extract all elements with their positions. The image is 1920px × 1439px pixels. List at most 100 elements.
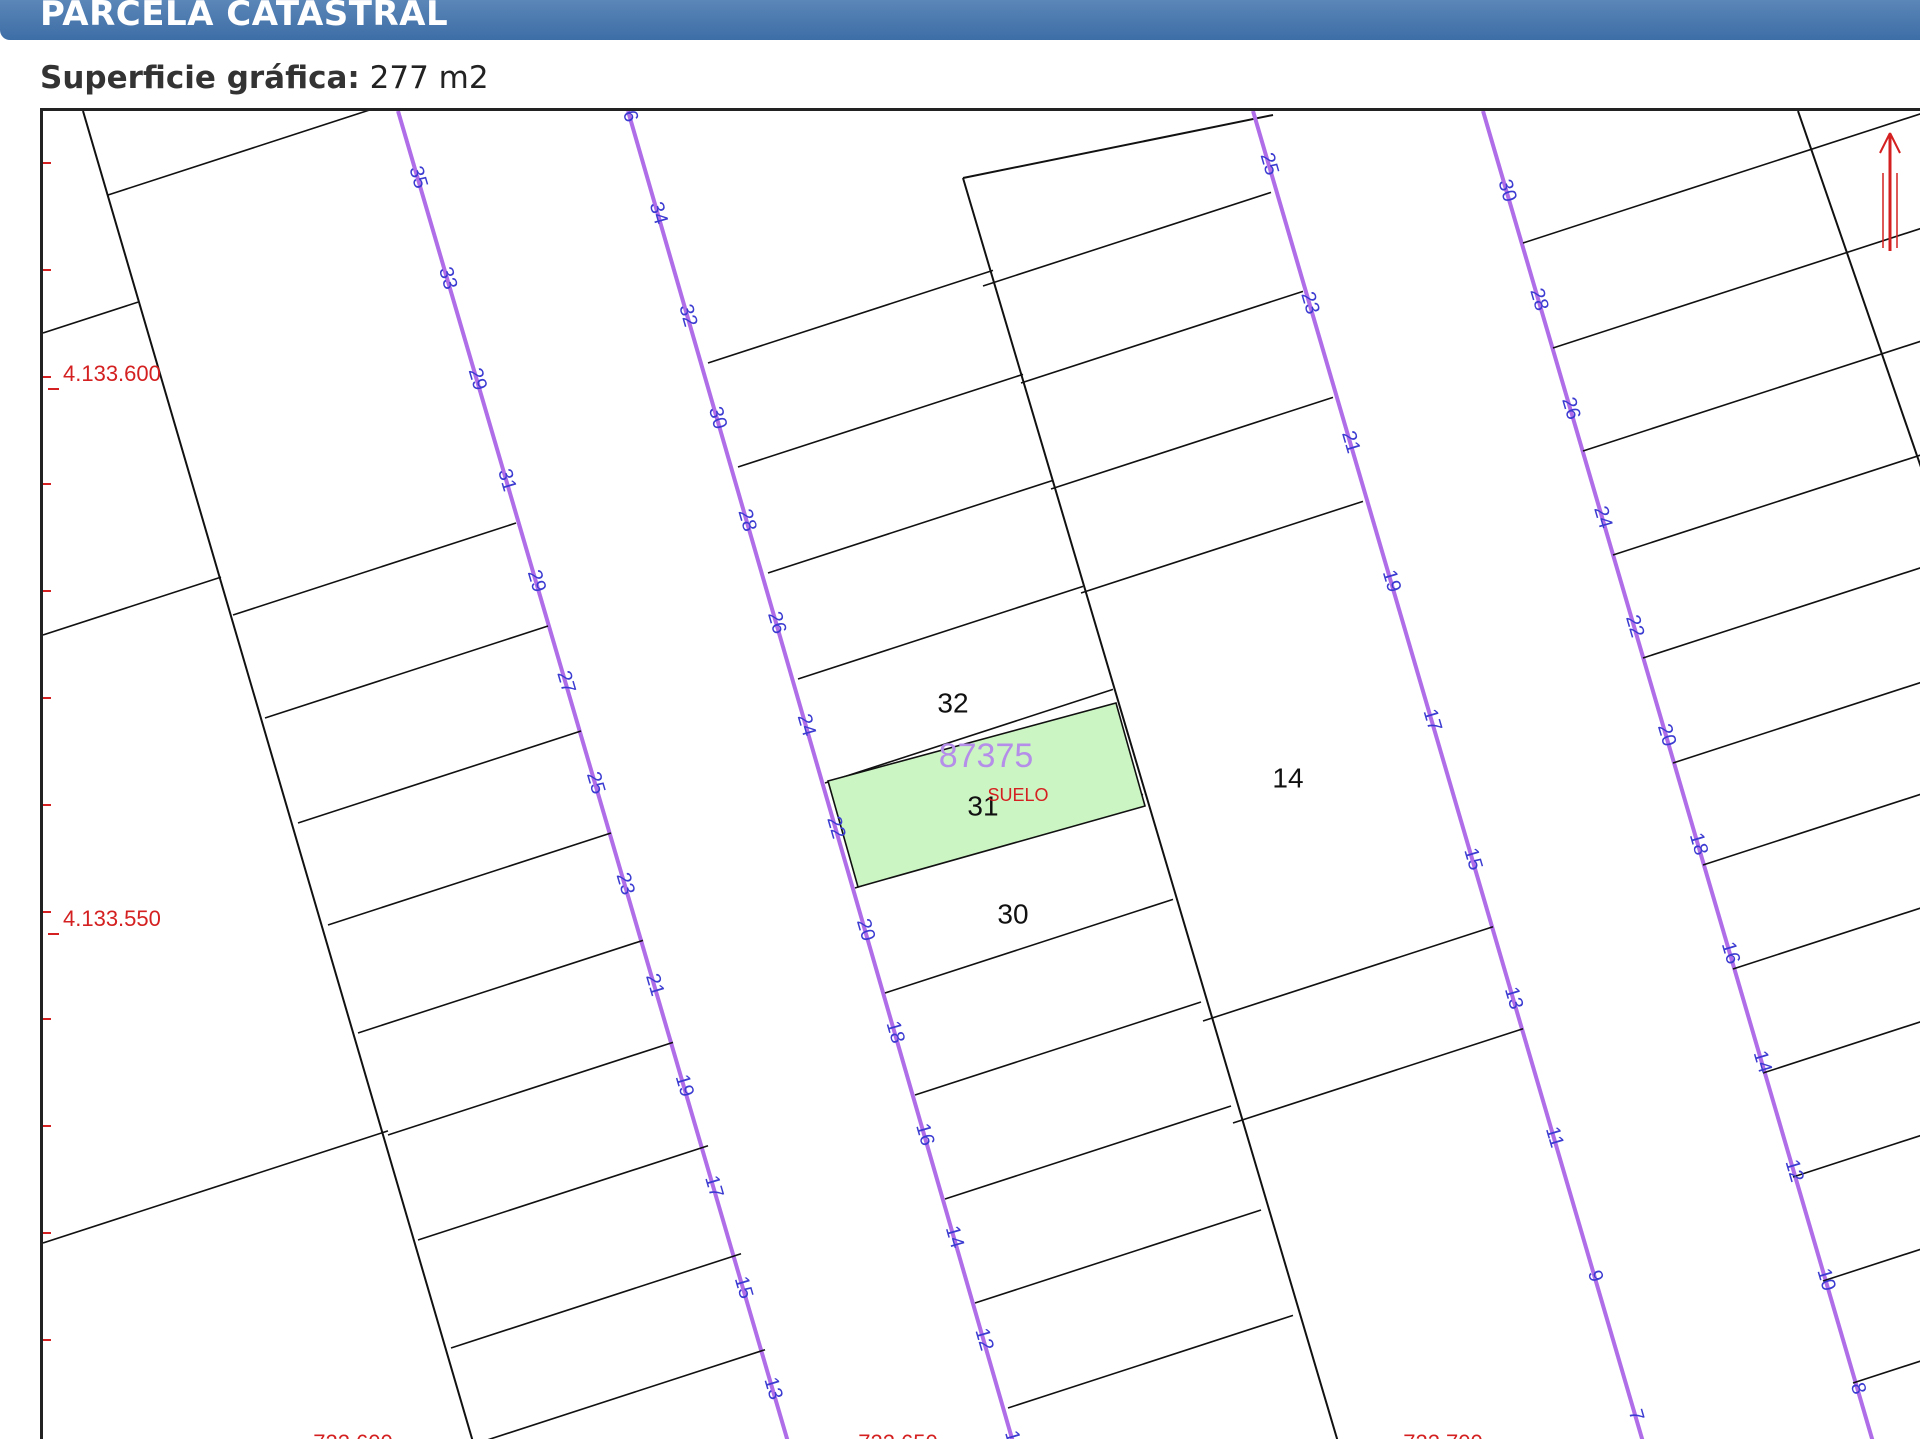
surface-label: Superficie gráfica: (40, 60, 360, 96)
street-b-number: 14 (941, 1223, 968, 1250)
street-a-number: 17 (700, 1173, 727, 1201)
lot-line (944, 1105, 1232, 1200)
lot-line (974, 1209, 1262, 1304)
lot-line (1672, 681, 1920, 764)
street-b-number: 36 (615, 111, 642, 125)
street-a-number: 21 (641, 971, 668, 999)
street-a-number: 27 (552, 668, 579, 696)
lot-line (1642, 567, 1920, 659)
coordinate-label-x: 722.650 (858, 1430, 938, 1439)
street-a-number: 13 (759, 1375, 786, 1403)
lot-line (1792, 1134, 1920, 1178)
street-b-number: 18 (882, 1019, 909, 1046)
lot-label: 14 (1272, 762, 1303, 793)
block-boundary-line (962, 114, 1274, 179)
lot-line (232, 522, 517, 616)
block-boundary-line (1797, 111, 1920, 468)
street-b-number: 30 (704, 404, 731, 431)
street-b-number: 16 (911, 1121, 938, 1148)
page-title: PARCELA CATASTRAL (40, 0, 449, 34)
street-d-number: 10 (1812, 1266, 1839, 1294)
street-d-number: 14 (1749, 1048, 1776, 1076)
street-c-number: 19 (1378, 567, 1405, 595)
lot-line (1582, 340, 1920, 452)
street-d-number: 12 (1781, 1157, 1808, 1185)
lot-line (43, 1130, 389, 1244)
lot-line (327, 832, 612, 926)
street-b-number: 32 (674, 302, 701, 329)
lot-line (450, 1252, 742, 1349)
street-d-number: 24 (1589, 504, 1616, 532)
lot-line (43, 301, 139, 334)
street-a-number: 19 (671, 1072, 698, 1100)
lot-line (737, 373, 1024, 468)
lot-line (264, 625, 549, 719)
parcel-id-label: 87375 (939, 737, 1034, 775)
block-boundary-line (82, 111, 474, 1439)
street-a-number: 15 (730, 1274, 757, 1302)
street-b-number: 12 (970, 1326, 997, 1353)
street-c-number: 13 (1500, 984, 1527, 1012)
lot-line (1007, 1314, 1294, 1409)
lot-line (1522, 113, 1920, 244)
lot-line (1612, 454, 1920, 556)
street-a-number: 35 (405, 164, 432, 192)
street-d-number: 16 (1717, 939, 1744, 967)
street-b-number: 28 (733, 507, 760, 534)
lot-line (982, 191, 1272, 287)
coordinate-label-y: 4.133.600 (63, 361, 161, 386)
header-bar: PARCELA CATASTRAL (0, 0, 1920, 40)
land-type-label: SUELO (987, 785, 1048, 805)
street-b-number: 24 (793, 711, 820, 738)
lot-line (297, 730, 582, 824)
street-c-number: 21 (1337, 428, 1364, 456)
street-d-number: 22 (1621, 612, 1648, 640)
street-d-number: 26 (1557, 395, 1584, 423)
coordinate-label-y: 4.133.550 (63, 906, 161, 931)
coordinate-label-x: 722.600 (313, 1430, 393, 1439)
lot-line (884, 898, 1174, 994)
lot-line (1552, 227, 1920, 349)
street-c-number: 17 (1419, 706, 1446, 734)
street-d-number: 28 (1525, 286, 1552, 314)
street-c-number: 25 (1256, 150, 1283, 178)
surface-value: 277 m2 (369, 60, 489, 96)
lot-label: 32 (937, 687, 968, 718)
street-b-number: 34 (645, 199, 672, 226)
street-a-number: 29 (523, 567, 550, 595)
lot-line (1702, 793, 1920, 866)
lot-line (107, 111, 370, 196)
lot-line (797, 585, 1084, 680)
street-c-number: 15 (1459, 845, 1486, 873)
street-d-number: 18 (1685, 830, 1712, 858)
map-canvas[interactable]: 87375 31 SUELO 32 30 14 4.133.600 4.133.550 722.… (43, 111, 1920, 1439)
lot-line (767, 479, 1054, 574)
lot-line (417, 1144, 709, 1241)
lot-line (1762, 1021, 1920, 1074)
cadastral-map[interactable]: 87375 31 SUELO 32 30 14 4.133.600 4.133.550 722.… (40, 108, 1920, 1439)
lot-line (1050, 396, 1334, 490)
street-c-number: 11 (1541, 1124, 1568, 1150)
lot-line (1080, 500, 1364, 594)
lot-line (1232, 1027, 1524, 1124)
lot-line (1020, 290, 1304, 384)
street-a-number: 25 (582, 769, 609, 797)
lot-label: 30 (997, 898, 1028, 929)
street-b-number: 12 (1000, 1428, 1027, 1439)
surface-area: Superficie gráfica: 277 m2 (40, 60, 489, 96)
lot-line (1732, 907, 1920, 970)
street-d-number: 20 (1653, 721, 1680, 749)
lot-line (487, 1348, 766, 1439)
street-c-number: 23 (1296, 289, 1323, 317)
street-a-number: 23 (612, 870, 639, 898)
lot-line (914, 1001, 1202, 1096)
lot-line (707, 269, 994, 364)
street-d-number: 30 (1493, 177, 1520, 205)
lot-line (387, 1041, 674, 1136)
coordinate-label-x: 722.700 (1403, 1430, 1483, 1439)
street-b-number: 20 (852, 916, 879, 943)
lot-line (1852, 1360, 1920, 1384)
street-a-number: 31 (493, 466, 520, 494)
lot-line (43, 576, 222, 636)
street-a-number: 29 (464, 365, 491, 393)
